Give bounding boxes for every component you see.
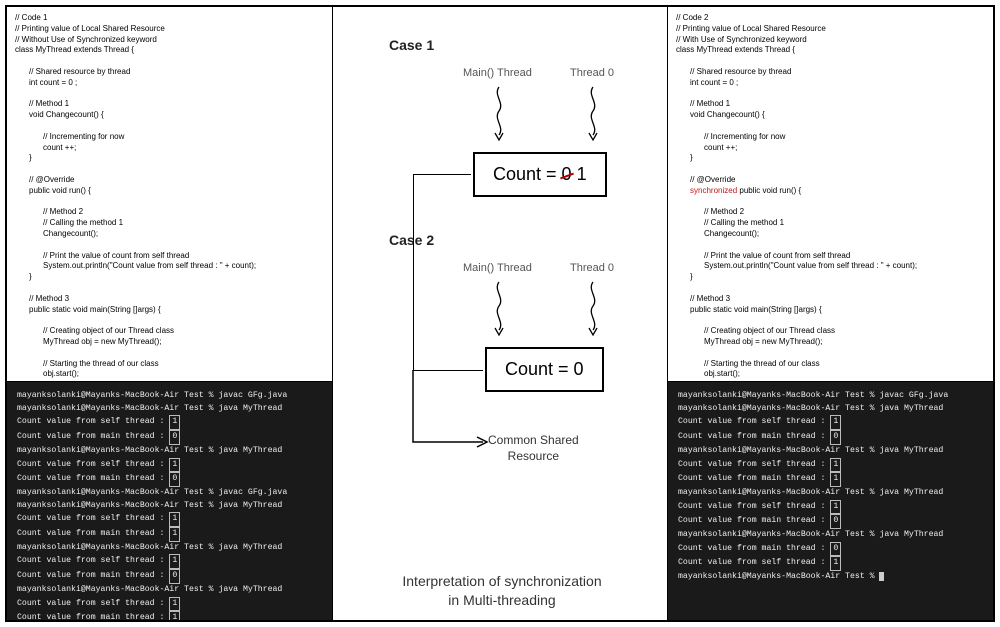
- code-line: class MyThread extends Thread {: [676, 45, 985, 56]
- code-line: // Printing value of Local Shared Resour…: [676, 24, 985, 35]
- code-line: // @Override: [676, 175, 985, 186]
- code-panel-right: // Code 2 // Printing value of Local Sha…: [667, 7, 993, 383]
- thread0-label-1: Thread 0: [570, 67, 614, 79]
- diagram-frame: // Code 1 // Printing value of Local Sha…: [5, 5, 995, 622]
- count-label: Count =: [493, 164, 562, 184]
- terminal-left: mayanksolanki@Mayanks-MacBook-Air Test %…: [7, 381, 333, 620]
- code-line: // Starting the thread of our class: [15, 359, 324, 370]
- code-line: // Method 3: [676, 294, 985, 305]
- bracket-line: [413, 174, 414, 370]
- code-line: // Without Use of Synchronized keyword: [15, 35, 324, 46]
- case1-label: Case 1: [389, 37, 434, 53]
- bracket-tick: [413, 174, 471, 175]
- code-line: // With Use of Synchronized keyword: [676, 35, 985, 46]
- squiggle-icon: [585, 280, 601, 338]
- interpretation-caption: Interpretation of synchronization in Mul…: [333, 572, 671, 610]
- code-line: void Changecount() {: [15, 110, 324, 121]
- count-value-2: 0: [574, 359, 584, 379]
- code-line: // Incrementing for now: [676, 132, 985, 143]
- code-line: System.out.println("Count value from sel…: [676, 261, 985, 272]
- code-line: System.out.println("Count value from sel…: [15, 261, 324, 272]
- code-line: // @Override: [15, 175, 324, 186]
- code-line: // Creating object of our Thread class: [676, 326, 985, 337]
- code-line: Changecount();: [15, 229, 324, 240]
- terminal-right: mayanksolanki@Mayanks-MacBook-Air Test %…: [667, 381, 993, 620]
- code-line: // Incrementing for now: [15, 132, 324, 143]
- code-line: // Shared resource by thread: [676, 67, 985, 78]
- code-line: class MyThread extends Thread {: [15, 45, 324, 56]
- code-line: // Method 2: [676, 207, 985, 218]
- code-line: int count = 0 ;: [15, 78, 324, 89]
- code-line: MyThread obj = new MyThread();: [15, 337, 324, 348]
- code-line: // Code 2: [676, 13, 985, 24]
- code-line: obj.start();: [676, 369, 985, 380]
- case2-label: Case 2: [389, 232, 434, 248]
- code-line: MyThread obj = new MyThread();: [676, 337, 985, 348]
- code-line: // Method 1: [15, 99, 324, 110]
- code-line: public static void main(String []args) {: [676, 305, 985, 316]
- code-line: // Code 1: [15, 13, 324, 24]
- code-line: // Method 3: [15, 294, 324, 305]
- thread0-label-2: Thread 0: [570, 262, 614, 274]
- code-line: count ++;: [676, 143, 985, 154]
- code-line: // Creating object of our Thread class: [15, 326, 324, 337]
- code-line: // Method 1: [676, 99, 985, 110]
- code-line: obj.start();: [15, 369, 324, 380]
- synchronized-keyword: synchronized: [690, 186, 737, 195]
- code-line: // Starting the thread of our class: [676, 359, 985, 370]
- code-line: // Calling the method 1: [15, 218, 324, 229]
- code-line: public void run() {: [15, 186, 324, 197]
- code-line: // Printing value of Local Shared Resour…: [15, 24, 324, 35]
- code-line: // Print the value of count from self th…: [15, 251, 324, 262]
- shared-resource-label: Common Shared Resource: [488, 432, 579, 464]
- code-line: synchronized public void run() {: [676, 186, 985, 197]
- squiggle-icon: [491, 280, 507, 338]
- code-line: // Print the value of count from self th…: [676, 251, 985, 262]
- code-line: public static void main(String []args) {: [15, 305, 324, 316]
- code-line: count ++;: [15, 143, 324, 154]
- count-box-1: Count = 0 1: [473, 152, 607, 197]
- code-line: // Method 2: [15, 207, 324, 218]
- code-line: // Shared resource by thread: [15, 67, 324, 78]
- main-thread-label-1: Main() Thread: [463, 67, 532, 79]
- code-line: }: [676, 153, 985, 164]
- code-line: void Changecount() {: [676, 110, 985, 121]
- count-value-1: 1: [577, 164, 587, 184]
- code-line: }: [15, 272, 324, 283]
- squiggle-icon: [585, 85, 601, 143]
- squiggle-icon: [491, 85, 507, 143]
- code-line: // Calling the method 1: [676, 218, 985, 229]
- code-line: int count = 0 ;: [676, 78, 985, 89]
- code-panel-left: // Code 1 // Printing value of Local Sha…: [7, 7, 333, 383]
- main-thread-label-2: Main() Thread: [463, 262, 532, 274]
- strike-zero: 0: [562, 164, 572, 185]
- code-line: Changecount();: [676, 229, 985, 240]
- code-line: }: [676, 272, 985, 283]
- code-line: }: [15, 153, 324, 164]
- center-diagram: Case 1 Main() Thread Thread 0 Count = 0 …: [333, 7, 671, 622]
